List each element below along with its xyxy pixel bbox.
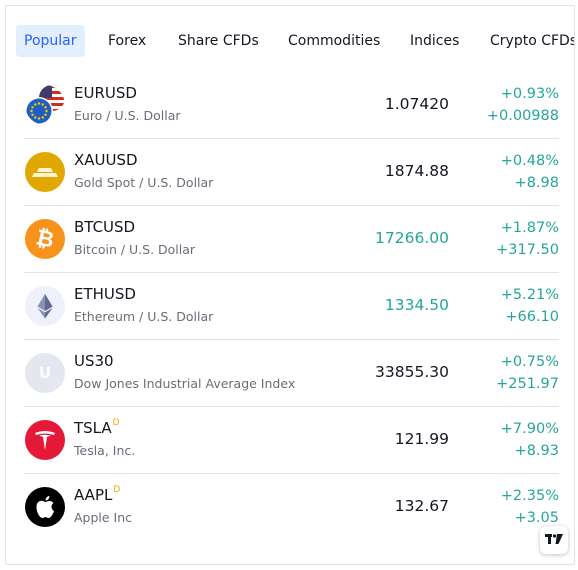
change-percent: +0.75% xyxy=(500,354,559,370)
last-price: 1874.88 xyxy=(384,162,449,180)
symbol-description: Euro / U.S. Dollar xyxy=(74,108,181,123)
tab-share-cfds[interactable]: Share CFDs xyxy=(170,25,267,57)
delayed-badge: D xyxy=(113,485,121,495)
tab-bar: Popular Forex Share CFDs Commodities Ind… xyxy=(16,25,574,59)
list-item-aapl[interactable]: AAPLD Apple Inc 132.67 +2.35% +3.05 xyxy=(24,474,559,541)
change-block: +0.75% +251.97 xyxy=(496,351,559,395)
change-percent: +2.35% xyxy=(500,488,559,504)
symbol-name: AAPLD xyxy=(74,485,121,504)
last-price: 33855.30 xyxy=(375,363,449,381)
eu-us-flag-icon xyxy=(25,85,65,125)
change-absolute: +0.00988 xyxy=(486,108,559,124)
symbol-description: Dow Jones Industrial Average Index xyxy=(74,376,296,391)
change-percent: +7.90% xyxy=(500,421,559,437)
market-overview-widget: Popular Forex Share CFDs Commodities Ind… xyxy=(5,5,575,565)
tab-indices[interactable]: Indices xyxy=(402,25,467,57)
symbol-name: US30 xyxy=(74,352,114,370)
tab-commodities[interactable]: Commodities xyxy=(280,25,388,57)
change-block: +5.21% +66.10 xyxy=(501,284,559,328)
symbol-name: BTCUSD xyxy=(74,218,136,236)
tesla-icon xyxy=(25,420,65,460)
symbol-name: EURUSD xyxy=(74,84,137,102)
symbol-description: Tesla, Inc. xyxy=(74,443,136,458)
list-item-ethusd[interactable]: ETHUSD Ethereum / U.S. Dollar 1334.50 +5… xyxy=(24,273,559,340)
change-percent: +5.21% xyxy=(500,287,559,303)
last-price: 1.07420 xyxy=(384,95,449,113)
list-item-btcusd[interactable]: ₿ BTCUSD Bitcoin / U.S. Dollar 17266.00 … xyxy=(24,206,559,273)
list-item-xauusd[interactable]: XAUUSD Gold Spot / U.S. Dollar 1874.88 +… xyxy=(24,139,559,206)
change-block: +2.35% +3.05 xyxy=(501,485,559,529)
change-absolute: +317.50 xyxy=(496,242,559,258)
list-item-eurusd[interactable]: EURUSD Euro / U.S. Dollar 1.07420 +0.93%… xyxy=(24,72,559,139)
symbol-description: Apple Inc xyxy=(74,510,133,525)
change-absolute: +251.97 xyxy=(496,376,559,392)
gold-bars-icon xyxy=(25,152,65,192)
symbol-name: XAUUSD xyxy=(74,151,138,169)
ethereum-icon xyxy=(25,286,65,326)
list-item-us30[interactable]: U US30 Dow Jones Industrial Average Inde… xyxy=(24,340,559,407)
change-block: +1.87% +317.50 xyxy=(496,217,559,261)
bitcoin-icon: ₿ xyxy=(25,219,65,259)
symbol-name: TSLAD xyxy=(74,418,120,437)
delayed-badge: D xyxy=(112,418,120,428)
change-percent: +1.87% xyxy=(500,220,559,236)
last-price: 1334.50 xyxy=(384,296,449,314)
us30-letter-icon: U xyxy=(25,353,65,393)
change-block: +7.90% +8.93 xyxy=(501,418,559,462)
symbol-description: Ethereum / U.S. Dollar xyxy=(74,309,214,324)
apple-icon xyxy=(25,487,65,527)
tradingview-logo-icon[interactable] xyxy=(540,526,568,554)
symbol-description: Gold Spot / U.S. Dollar xyxy=(74,175,214,190)
change-absolute: +66.10 xyxy=(505,309,559,325)
last-price: 17266.00 xyxy=(375,229,449,247)
tab-popular[interactable]: Popular xyxy=(16,25,85,57)
last-price: 132.67 xyxy=(394,497,449,515)
tab-crypto-cfds[interactable]: Crypto CFDs xyxy=(482,25,574,57)
change-block: +0.48% +8.98 xyxy=(501,150,559,194)
list-item-tsla[interactable]: TSLAD Tesla, Inc. 121.99 +7.90% +8.93 xyxy=(24,407,559,474)
symbol-name: ETHUSD xyxy=(74,285,136,303)
change-absolute: +8.93 xyxy=(514,443,559,459)
change-percent: +0.93% xyxy=(500,86,559,102)
last-price: 121.99 xyxy=(394,430,449,448)
change-block: +0.93% +0.00988 xyxy=(487,83,559,127)
symbol-list: EURUSD Euro / U.S. Dollar 1.07420 +0.93%… xyxy=(24,72,559,541)
change-absolute: +8.98 xyxy=(514,175,559,191)
change-percent: +0.48% xyxy=(500,153,559,169)
tab-forex[interactable]: Forex xyxy=(100,25,154,57)
symbol-description: Bitcoin / U.S. Dollar xyxy=(74,242,196,257)
